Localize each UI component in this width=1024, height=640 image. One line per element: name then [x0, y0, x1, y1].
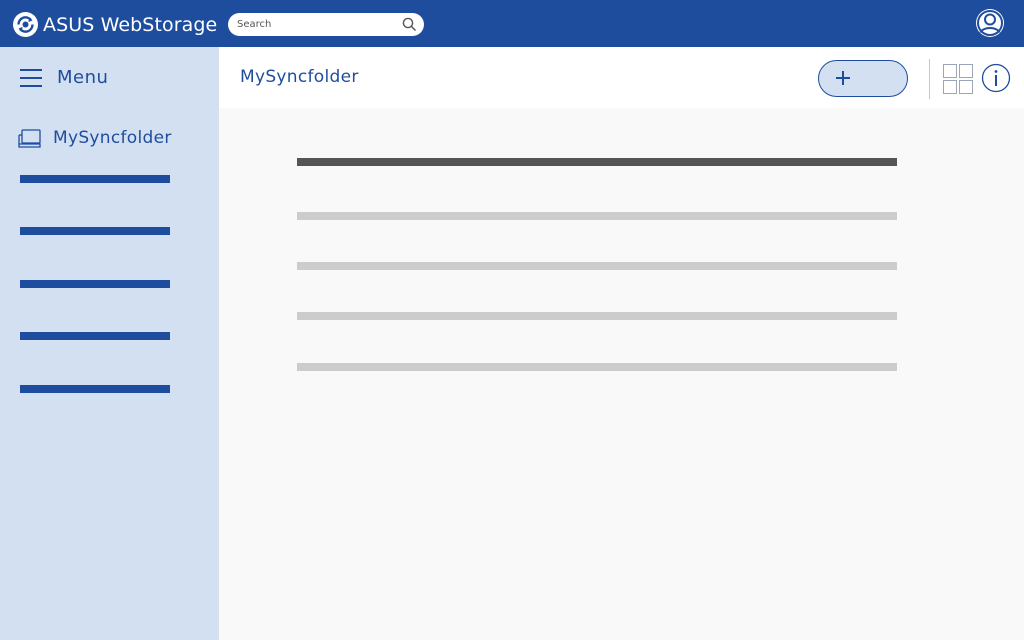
app-logo[interactable]: ASUS WebStorage — [12, 11, 217, 38]
file-row[interactable] — [297, 312, 897, 320]
sidebar-item-label: MySyncfolder — [53, 128, 172, 148]
search-input[interactable] — [237, 15, 397, 34]
plus-icon — [836, 71, 850, 85]
grid-view-icon[interactable] — [943, 64, 973, 94]
menu-toggle[interactable]: Menu — [20, 67, 108, 88]
file-row[interactable] — [297, 212, 897, 220]
webstorage-logo-icon — [13, 12, 38, 37]
menu-label: Menu — [57, 67, 109, 88]
top-bar: ASUS WebStorage — [0, 0, 1024, 47]
content-header: MySyncfolder — [219, 47, 1024, 108]
search-box — [228, 13, 424, 36]
sidebar-item-placeholder[interactable] — [20, 385, 170, 393]
hamburger-icon — [20, 68, 42, 87]
add-button[interactable] — [818, 60, 908, 97]
sidebar-item-placeholder[interactable] — [20, 332, 170, 340]
file-row[interactable] — [297, 262, 897, 270]
laptop-icon — [18, 129, 41, 148]
file-row[interactable] — [297, 363, 897, 371]
info-icon[interactable] — [981, 63, 1011, 93]
file-list-header — [297, 158, 897, 166]
search-icon[interactable] — [402, 17, 417, 32]
page-title: MySyncfolder — [240, 67, 359, 87]
sidebar-item-placeholder[interactable] — [20, 175, 170, 183]
sidebar-item-mysyncfolder[interactable]: MySyncfolder — [18, 127, 172, 149]
file-list — [219, 108, 1024, 640]
header-divider — [929, 59, 930, 99]
sidebar: Menu MySyncfolder — [0, 47, 219, 640]
sidebar-item-placeholder[interactable] — [20, 280, 170, 288]
app-title: ASUS WebStorage — [43, 13, 218, 36]
user-avatar-icon[interactable] — [975, 8, 1005, 38]
sidebar-item-placeholder[interactable] — [20, 227, 170, 235]
